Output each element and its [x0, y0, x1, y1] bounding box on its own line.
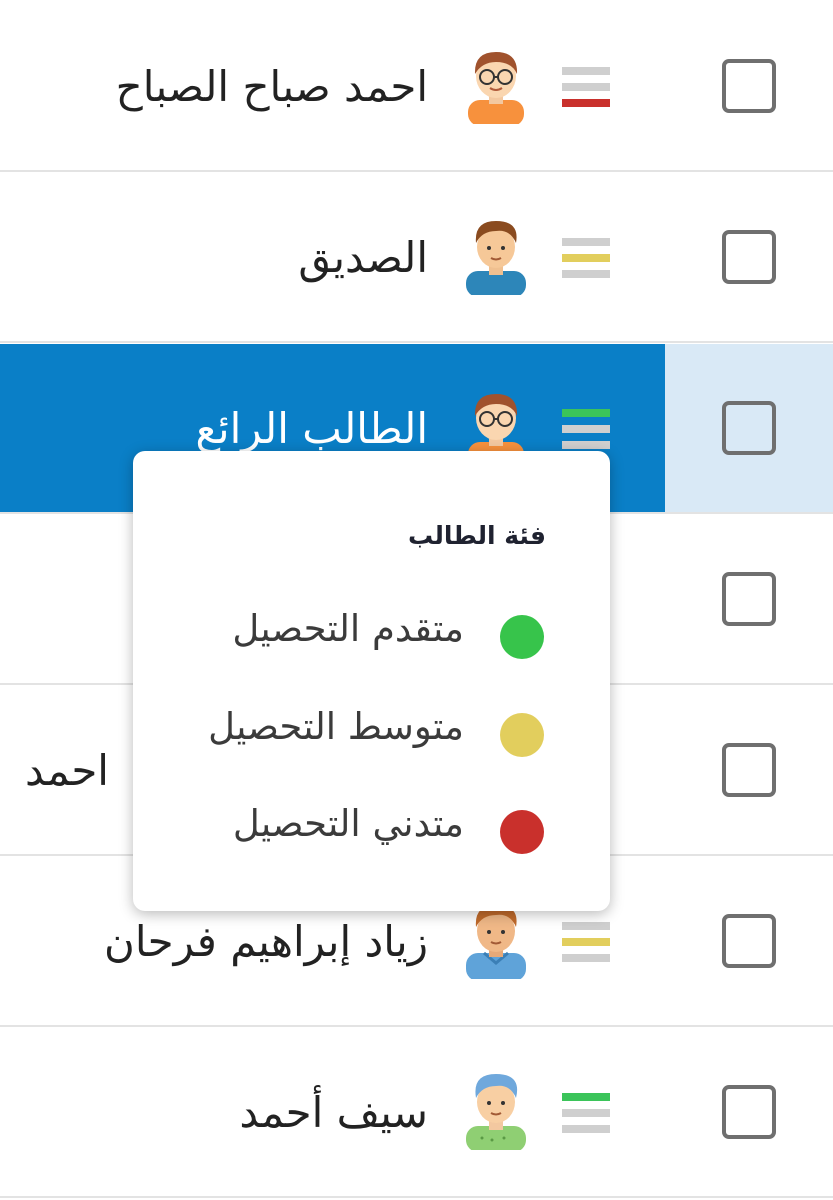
select-checkbox[interactable] — [722, 1085, 776, 1139]
checkbox-cell — [665, 686, 833, 854]
checkbox-cell — [665, 2, 833, 170]
student-category-popup: فئة الطالب متقدم التحصيل متوسط التحصيل م… — [133, 451, 610, 911]
category-bars-icon[interactable] — [562, 238, 610, 278]
yellow-dot-icon — [500, 713, 544, 757]
student-row[interactable]: احمد صباح الصباح — [0, 2, 833, 172]
boy-glasses-orange-avatar — [468, 52, 524, 124]
checkbox-cell — [665, 515, 833, 683]
checkbox-cell — [665, 173, 833, 341]
category-bars-icon[interactable] — [562, 922, 610, 962]
select-checkbox[interactable] — [722, 743, 776, 797]
student-row[interactable]: سيف أحمد — [0, 1028, 833, 1198]
category-label: متوسط التحصيل — [208, 705, 464, 748]
student-name: سيف أحمد — [239, 1088, 428, 1137]
category-label: متقدم التحصيل — [232, 607, 464, 650]
student-name: احمد — [25, 746, 109, 795]
checkbox-cell — [665, 857, 833, 1025]
select-checkbox[interactable] — [722, 401, 776, 455]
student-name: الطالب الرائع — [195, 404, 428, 453]
category-option-high[interactable]: متقدم التحصيل — [133, 603, 610, 663]
select-checkbox[interactable] — [722, 572, 776, 626]
category-label: متدني التحصيل — [232, 802, 464, 845]
student-name: الصديق — [298, 233, 428, 282]
category-option-mid[interactable]: متوسط التحصيل — [133, 701, 610, 761]
red-dot-icon — [500, 810, 544, 854]
student-name: احمد صباح الصباح — [115, 62, 428, 111]
checkbox-cell — [665, 1028, 833, 1196]
select-checkbox[interactable] — [722, 59, 776, 113]
select-checkbox[interactable] — [722, 230, 776, 284]
student-name: زياد إبراهيم فرحان — [103, 917, 428, 966]
category-bars-icon[interactable] — [562, 67, 610, 107]
category-option-low[interactable]: متدني التحصيل — [133, 798, 610, 858]
popup-title: فئة الطالب — [408, 521, 546, 550]
green-dot-icon — [500, 615, 544, 659]
select-checkbox[interactable] — [722, 914, 776, 968]
student-row[interactable]: الصديق — [0, 173, 833, 343]
boy-blue-hair-avatar — [466, 1074, 526, 1150]
checkbox-cell — [665, 344, 833, 512]
category-bars-icon[interactable] — [562, 1093, 610, 1133]
boy-hoodie-avatar — [466, 905, 526, 979]
category-bars-icon[interactable] — [562, 409, 610, 449]
boy-blue-shirt-avatar — [466, 221, 526, 295]
